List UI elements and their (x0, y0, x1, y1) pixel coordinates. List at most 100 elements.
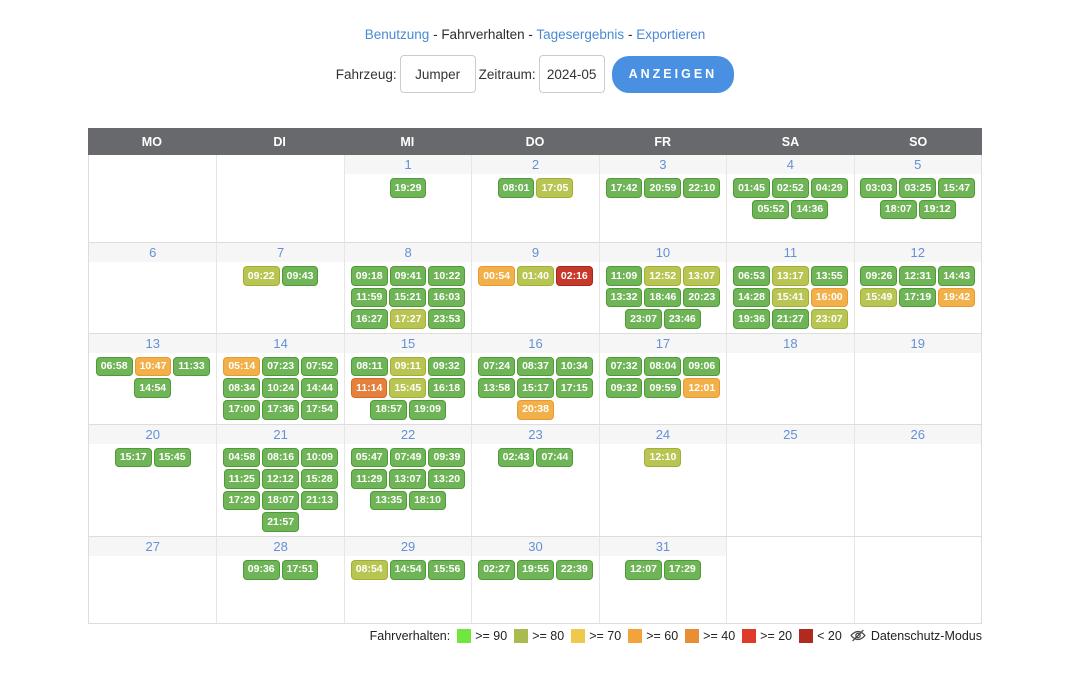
trip-time-badge[interactable]: 09:32 (428, 357, 465, 377)
trip-time-badge[interactable]: 17:36 (262, 400, 299, 420)
trip-time-badge[interactable]: 12:10 (644, 448, 681, 468)
trip-time-badge[interactable]: 17:29 (223, 491, 260, 511)
trip-time-badge[interactable]: 02:52 (772, 178, 809, 198)
day-number[interactable]: 25 (727, 425, 853, 444)
trip-time-badge[interactable]: 14:54 (134, 378, 171, 398)
trip-time-badge[interactable]: 08:54 (351, 560, 388, 580)
day-number[interactable]: 3 (600, 155, 726, 174)
trip-time-badge[interactable]: 17:00 (223, 400, 260, 420)
trip-time-badge[interactable]: 16:00 (811, 288, 848, 308)
trip-time-badge[interactable]: 20:23 (683, 288, 720, 308)
trip-time-badge[interactable]: 08:04 (644, 357, 681, 377)
trip-time-badge[interactable]: 22:39 (556, 560, 593, 580)
trip-time-badge[interactable]: 11:09 (606, 266, 642, 286)
trip-time-badge[interactable]: 18:57 (370, 400, 407, 420)
day-number[interactable]: 23 (472, 425, 598, 444)
trip-time-badge[interactable]: 11:29 (351, 469, 387, 489)
day-number[interactable]: 13 (89, 334, 216, 353)
trip-time-badge[interactable]: 17:15 (556, 378, 593, 398)
trip-time-badge[interactable]: 15:45 (389, 378, 426, 398)
trip-time-badge[interactable]: 15:17 (115, 448, 152, 468)
day-number[interactable]: 22 (345, 425, 471, 444)
day-number[interactable]: 30 (472, 537, 598, 556)
trip-time-badge[interactable]: 23:53 (428, 309, 465, 329)
trip-time-badge[interactable]: 10:24 (262, 378, 299, 398)
trip-time-badge[interactable]: 09:59 (644, 378, 681, 398)
trip-time-badge[interactable]: 18:46 (644, 288, 681, 308)
trip-time-badge[interactable]: 09:26 (860, 266, 897, 286)
trip-time-badge[interactable]: 08:01 (498, 178, 535, 198)
trip-time-badge[interactable]: 21:13 (301, 491, 338, 511)
trip-time-badge[interactable]: 10:09 (301, 448, 338, 468)
day-number[interactable]: 28 (217, 537, 343, 556)
trip-time-badge[interactable]: 16:27 (351, 309, 388, 329)
day-number[interactable]: 12 (855, 243, 981, 262)
trip-time-badge[interactable]: 14:54 (390, 560, 427, 580)
day-number[interactable]: 19 (855, 334, 981, 353)
trip-time-badge[interactable]: 20:59 (644, 178, 681, 198)
day-number[interactable]: 5 (855, 155, 981, 174)
trip-time-badge[interactable]: 19:12 (919, 200, 956, 220)
nav-link-exportieren[interactable]: Exportieren (636, 27, 705, 42)
trip-time-badge[interactable]: 15:47 (938, 178, 975, 198)
trip-time-badge[interactable]: 01:45 (733, 178, 770, 198)
trip-time-badge[interactable]: 19:55 (517, 560, 554, 580)
trip-time-badge[interactable]: 13:20 (428, 469, 465, 489)
trip-time-badge[interactable]: 09:41 (390, 266, 427, 286)
day-number[interactable]: 1 (345, 155, 471, 174)
trip-time-badge[interactable]: 07:32 (606, 357, 643, 377)
day-number[interactable]: 18 (727, 334, 853, 353)
trip-time-badge[interactable]: 17:42 (606, 178, 643, 198)
trip-time-badge[interactable]: 07:23 (262, 357, 299, 377)
trip-time-badge[interactable]: 08:34 (223, 378, 260, 398)
day-number[interactable]: 4 (727, 155, 853, 174)
trip-time-badge[interactable]: 23:46 (664, 309, 701, 329)
trip-time-badge[interactable]: 13:17 (772, 266, 809, 286)
trip-time-badge[interactable]: 09:32 (606, 378, 643, 398)
nav-link-tagesergebnis[interactable]: Tagesergebnis (536, 27, 624, 42)
day-number[interactable]: 20 (89, 425, 216, 444)
trip-time-badge[interactable]: 19:29 (390, 178, 427, 198)
trip-time-badge[interactable]: 08:16 (262, 448, 299, 468)
nav-link-benutzung[interactable]: Benutzung (365, 27, 430, 42)
trip-time-badge[interactable]: 06:58 (96, 357, 133, 377)
day-number[interactable]: 21 (217, 425, 343, 444)
trip-time-badge[interactable]: 13:55 (811, 266, 848, 286)
trip-time-badge[interactable]: 09:06 (683, 357, 720, 377)
trip-time-badge[interactable]: 05:47 (351, 448, 388, 468)
trip-time-badge[interactable]: 12:07 (625, 560, 662, 580)
trip-time-badge[interactable]: 14:43 (938, 266, 975, 286)
trip-time-badge[interactable]: 07:49 (390, 448, 427, 468)
trip-time-badge[interactable]: 03:25 (899, 178, 936, 198)
trip-time-badge[interactable]: 10:22 (428, 266, 465, 286)
day-number[interactable]: 11 (727, 243, 853, 262)
trip-time-badge[interactable]: 10:47 (135, 357, 172, 377)
trip-time-badge[interactable]: 09:39 (428, 448, 465, 468)
day-number[interactable]: 26 (855, 425, 981, 444)
day-number[interactable]: 8 (345, 243, 471, 262)
day-number[interactable]: 24 (600, 425, 726, 444)
trip-time-badge[interactable]: 11:59 (351, 288, 387, 308)
day-number[interactable]: 9 (472, 243, 598, 262)
trip-time-badge[interactable]: 08:11 (351, 357, 387, 377)
trip-time-badge[interactable]: 09:18 (351, 266, 388, 286)
day-number[interactable]: 17 (600, 334, 726, 353)
trip-time-badge[interactable]: 15:28 (301, 469, 338, 489)
trip-time-badge[interactable]: 15:45 (154, 448, 191, 468)
day-number[interactable]: 29 (345, 537, 471, 556)
trip-time-badge[interactable]: 09:36 (243, 560, 280, 580)
trip-time-badge[interactable]: 17:29 (664, 560, 701, 580)
trip-time-badge[interactable]: 18:10 (409, 491, 446, 511)
trip-time-badge[interactable]: 15:56 (428, 560, 465, 580)
trip-time-badge[interactable]: 14:44 (301, 378, 338, 398)
trip-time-badge[interactable]: 14:36 (791, 200, 828, 220)
trip-time-badge[interactable]: 12:31 (899, 266, 936, 286)
trip-time-badge[interactable]: 19:09 (409, 400, 446, 420)
trip-time-badge[interactable]: 05:14 (223, 357, 260, 377)
trip-time-badge[interactable]: 04:58 (223, 448, 260, 468)
trip-time-badge[interactable]: 15:41 (772, 288, 809, 308)
trip-time-badge[interactable]: 07:24 (478, 357, 515, 377)
trip-time-badge[interactable]: 17:51 (282, 560, 319, 580)
trip-time-badge[interactable]: 16:18 (428, 378, 465, 398)
trip-time-badge[interactable]: 07:44 (536, 448, 573, 468)
